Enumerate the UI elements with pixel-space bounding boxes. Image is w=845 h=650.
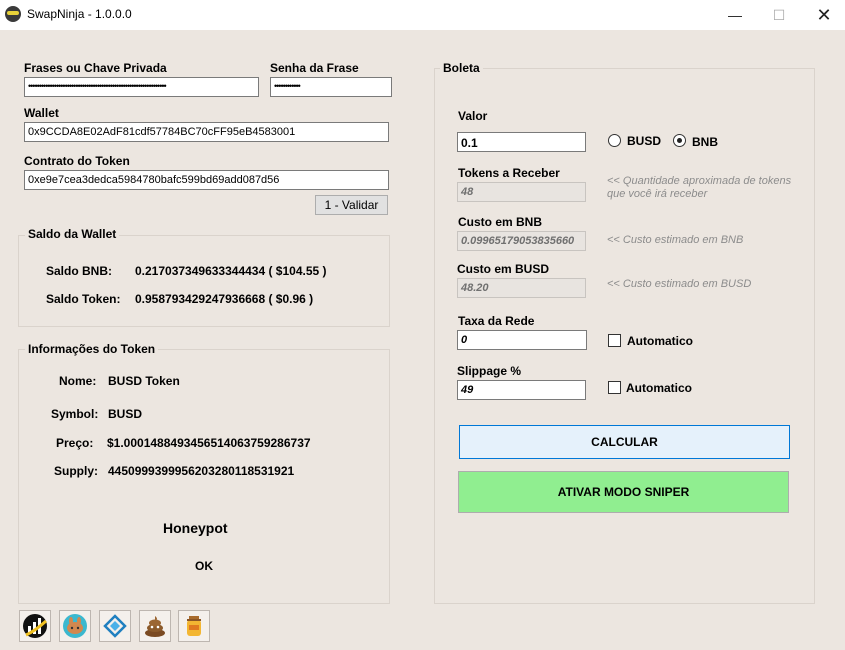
token-price-label: Preço:: [56, 436, 94, 450]
balance-group-label: Saldo da Wallet: [25, 227, 120, 241]
honeypot-label: Honeypot: [163, 520, 228, 536]
cost-bnb-label: Custo em BNB: [458, 215, 543, 229]
app-logo-icon: [5, 6, 21, 22]
validate-button[interactable]: 1 - Validar: [315, 195, 388, 215]
cost-bnb-output: 0.09965179053835660: [457, 231, 586, 251]
radio-busd[interactable]: [608, 134, 621, 147]
token-symbol-value: BUSD: [108, 407, 143, 421]
sniper-button[interactable]: ATIVAR MODO SNIPER: [458, 471, 789, 513]
maximize-button[interactable]: ☐: [756, 0, 802, 30]
radio-bnb-label: BNB: [692, 135, 718, 149]
cost-busd-hint: << Custo estimado em BUSD: [607, 278, 752, 290]
title-bar: SwapNinja - 1.0.0.0 — ☐ ✕: [0, 0, 845, 30]
cost-busd-label: Custo em BUSD: [457, 262, 550, 276]
valor-label: Valor: [458, 109, 488, 123]
phrase-label: Frases ou Chave Privada: [24, 61, 167, 75]
slippage-auto-checkbox[interactable]: [608, 381, 621, 394]
boleta-group-label: Boleta: [440, 61, 483, 75]
tokens-output: 48: [457, 182, 586, 202]
close-button[interactable]: ✕: [801, 0, 845, 30]
slippage-input[interactable]: 49: [457, 380, 586, 400]
fee-label: Taxa da Rede: [458, 314, 535, 328]
token-supply-value: 4450999399956203280118531921: [108, 464, 295, 478]
password-input[interactable]: ••••••••••••: [270, 77, 392, 97]
token-balance-label: Saldo Token:: [46, 292, 121, 306]
cost-busd-output: 48.20: [457, 278, 586, 298]
contract-label: Contrato do Token: [24, 154, 130, 168]
phrase-input[interactable]: ••••••••••••••••••••••••••••••••••••••••…: [24, 77, 259, 97]
radio-busd-label: BUSD: [627, 134, 662, 148]
radio-bnb[interactable]: [673, 134, 686, 147]
tokens-label: Tokens a Receber: [458, 166, 560, 180]
password-label: Senha da Frase: [270, 61, 359, 75]
fee-input[interactable]: 0: [457, 330, 587, 350]
token-price-value: $1.00014884934565140637592867​37: [107, 436, 311, 450]
honeypot-jar-icon[interactable]: [178, 610, 210, 642]
bnb-balance-value: 0.21703734963334443​4 ( $104.55 ): [135, 264, 327, 278]
slippage-label: Slippage %: [457, 364, 522, 378]
token-symbol-label: Symbol:: [51, 407, 99, 421]
poocoin-icon[interactable]: [139, 610, 171, 642]
chart-app-icon[interactable]: [19, 610, 51, 642]
calculate-button[interactable]: CALCULAR: [459, 425, 790, 459]
pancakeswap-bunny-icon[interactable]: [59, 610, 91, 642]
cost-bnb-hint: << Custo estimado em BNB: [607, 234, 744, 246]
wallet-input[interactable]: 0x9CCDA8E02AdF81cdf57784BC70cFF95eB45830…: [24, 122, 389, 142]
token-name-value: BUSD Token: [108, 374, 180, 388]
wallet-label: Wallet: [24, 106, 59, 120]
balance-group: [18, 235, 390, 327]
token-balance-value: 0.958793429247936668 ( $0.96 ): [135, 292, 314, 306]
contract-input[interactable]: 0xe9e7cea3dedca5984780bafc599bd69add087d…: [24, 170, 389, 190]
window-title: SwapNinja - 1.0.0.0: [27, 7, 132, 21]
main-form: Frases ou Chave Privada ••••••••••••••••…: [0, 30, 845, 650]
token-name-label: Nome:: [59, 374, 97, 388]
tokens-hint: << Quantidade aproximada de tokens que v…: [607, 175, 792, 200]
bsc-chain-icon[interactable]: [99, 610, 131, 642]
fee-auto-checkbox[interactable]: [608, 334, 621, 347]
bnb-balance-label: Saldo BNB:: [46, 264, 112, 278]
honeypot-status: OK: [195, 559, 213, 573]
token-info-group-label: Informações do Token: [25, 342, 159, 356]
fee-auto-label: Automatico: [627, 334, 693, 348]
minimize-button[interactable]: —: [712, 0, 758, 30]
slippage-auto-label: Automatico: [626, 381, 692, 395]
valor-input[interactable]: 0.1: [457, 132, 586, 152]
token-supply-label: Supply:: [54, 464, 98, 478]
